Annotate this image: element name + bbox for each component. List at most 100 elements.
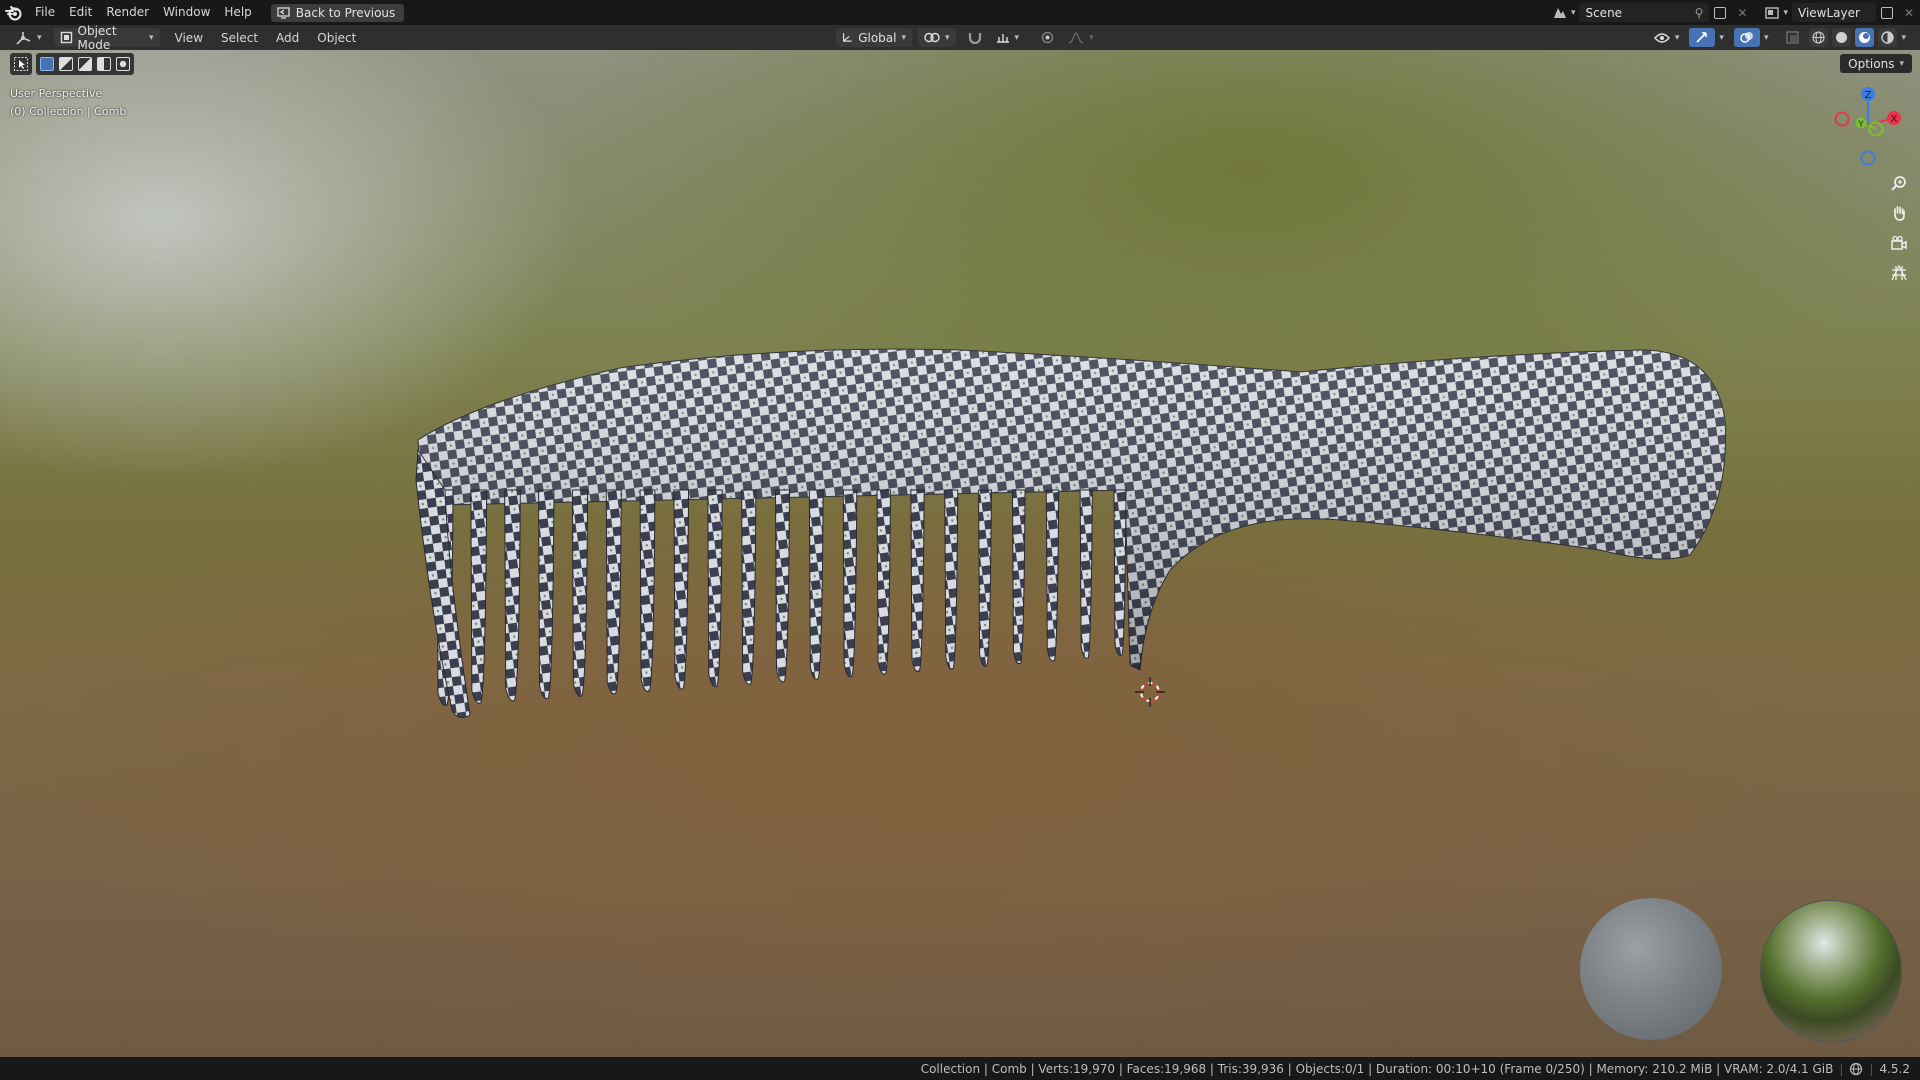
viewport-header: ▾ Object Mode ▾ View Select Add Object G…	[0, 24, 1920, 52]
comb-tooth	[774, 489, 791, 683]
gizmo-toggle[interactable]	[1689, 28, 1716, 47]
chevron-down-icon[interactable]: ▾	[1719, 33, 1724, 43]
comb-tooth	[1079, 489, 1093, 659]
mode-dropdown[interactable]: Object Mode ▾	[53, 24, 160, 52]
pivot-icon	[924, 32, 940, 43]
chevron-down-icon: ▾	[37, 32, 42, 43]
shading-solid-button[interactable]	[1832, 28, 1852, 47]
gizmo-arrows-icon	[1696, 32, 1708, 43]
viewport-display-controls: ▾ ▾ ▾ ▾	[1648, 28, 1906, 47]
comb-tooth	[842, 489, 858, 678]
material-sphere-icon	[1859, 32, 1871, 43]
proportional-editing-toggle[interactable]	[1035, 28, 1060, 47]
comb-tooth	[538, 489, 555, 700]
new-view-layer-icon[interactable]	[1876, 3, 1898, 22]
comb-tooth	[876, 489, 891, 675]
comb-tooth	[470, 489, 488, 704]
comb-tooth	[639, 489, 656, 693]
pivot-point-dropdown[interactable]: ▾	[918, 28, 956, 47]
chevron-down-icon[interactable]: ▾	[1783, 8, 1788, 18]
comb-tooth	[741, 489, 757, 685]
view-layer-field[interactable]: ViewLayer	[1792, 3, 1876, 22]
view-layer-icon[interactable]	[1761, 3, 1783, 22]
globe-network-icon[interactable]	[1849, 1062, 1863, 1076]
scene-name: Scene	[1585, 5, 1623, 20]
comb-tooth	[673, 489, 690, 690]
solid-sphere-icon	[1836, 32, 1848, 43]
comb-tooth	[978, 489, 992, 667]
proportional-edit-icon	[1041, 31, 1054, 44]
proportional-falloff-dropdown[interactable]: ▾	[1066, 28, 1096, 47]
snap-toggle[interactable]	[962, 28, 988, 47]
back-screen-icon	[277, 6, 290, 19]
blender-logo-icon[interactable]	[0, 5, 28, 21]
menu-help[interactable]: Help	[217, 0, 258, 25]
comb-tooth	[504, 489, 521, 702]
scene-type-icon[interactable]	[1549, 3, 1571, 22]
comb-tooth	[1045, 489, 1060, 662]
header-menu-add[interactable]: Add	[267, 31, 308, 45]
comb-tooth	[571, 489, 589, 697]
comb-tooth	[910, 489, 925, 673]
comb-tooth	[808, 489, 824, 680]
shading-material-button[interactable]	[1855, 28, 1875, 47]
editor-type-button[interactable]: ▾	[10, 28, 48, 47]
chevron-down-icon: ▾	[149, 32, 154, 43]
pin-icon[interactable]: ⚲	[1695, 6, 1704, 20]
transform-controls: Global ▾ ▾ ▾ ▾	[836, 28, 1096, 47]
mode-label: Object Mode	[77, 23, 117, 52]
wireframe-sphere-icon	[1812, 31, 1826, 44]
magnet-icon	[968, 33, 981, 44]
view-layer-name: ViewLayer	[1798, 5, 1860, 20]
visibility-dropdown[interactable]: ▾	[1648, 28, 1686, 47]
new-scene-icon[interactable]	[1709, 3, 1731, 22]
header-menu-object[interactable]: Object	[308, 31, 365, 45]
overlays-toggle[interactable]	[1733, 28, 1760, 47]
header-menu-view[interactable]: View	[166, 31, 212, 45]
chevron-down-icon[interactable]: ▾	[1901, 33, 1906, 43]
menu-window[interactable]: Window	[156, 0, 217, 25]
comb-tooth	[1113, 489, 1127, 656]
top-right-controls: ▾ Scene ⚲ ✕ ▾ ViewLayer ✕	[1549, 0, 1920, 25]
snap-target-dropdown[interactable]: ▾	[994, 28, 1022, 47]
hdri-preview-sphere	[1760, 900, 1902, 1042]
comb-tooth	[707, 489, 723, 688]
comb-mesh[interactable]	[415, 348, 1727, 719]
overlay-circles-icon	[1740, 32, 1753, 43]
scene-field[interactable]: Scene ⚲	[1579, 3, 1710, 22]
back-button-label: Back to Previous	[295, 5, 396, 20]
status-info: Collection | Comb | Verts:19,970 | Faces…	[920, 1061, 1834, 1076]
delete-view-layer-icon[interactable]: ✕	[1898, 3, 1920, 22]
matcap-preview-sphere	[1580, 898, 1722, 1040]
eye-icon	[1653, 32, 1670, 43]
chevron-down-icon[interactable]: ▾	[1764, 33, 1769, 43]
xray-icon	[1786, 31, 1800, 44]
comb-tooth	[1011, 489, 1026, 665]
chevron-down-icon[interactable]: ▾	[1571, 8, 1576, 18]
top-bar: File Edit Render Window Help Back to Pre…	[0, 0, 1920, 25]
comb-tooth	[944, 489, 959, 670]
3d-viewport-icon	[16, 31, 31, 45]
back-to-previous-button[interactable]: Back to Previous	[270, 3, 405, 22]
3d-viewport[interactable]: Options ▾ User Perspective (0) Collectio…	[0, 50, 1920, 1057]
xray-toggle[interactable]	[1780, 28, 1805, 47]
3d-cursor-icon[interactable]	[1134, 676, 1166, 708]
delete-scene-icon[interactable]: ✕	[1731, 3, 1753, 22]
shading-rendered-button[interactable]	[1878, 28, 1898, 47]
status-divider: |	[1839, 1061, 1844, 1076]
chevron-down-icon: ▾	[901, 32, 906, 43]
menu-render[interactable]: Render	[99, 0, 156, 25]
transform-orientation-dropdown[interactable]: Global ▾	[836, 28, 912, 47]
comb-tooth	[605, 489, 622, 695]
header-menu-select[interactable]: Select	[212, 31, 267, 45]
blender-version: 4.5.2	[1879, 1061, 1910, 1076]
status-bar: Collection | Comb | Verts:19,970 | Faces…	[0, 1057, 1920, 1080]
status-divider: |	[1869, 1061, 1874, 1076]
menu-edit[interactable]: Edit	[62, 0, 99, 25]
rendered-sphere-icon	[1881, 31, 1895, 44]
snap-increment-icon	[996, 34, 1009, 43]
object-mode-icon	[60, 31, 72, 44]
shading-wireframe-button[interactable]	[1809, 28, 1829, 47]
falloff-curve-icon	[1068, 31, 1084, 44]
menu-file[interactable]: File	[28, 0, 62, 25]
